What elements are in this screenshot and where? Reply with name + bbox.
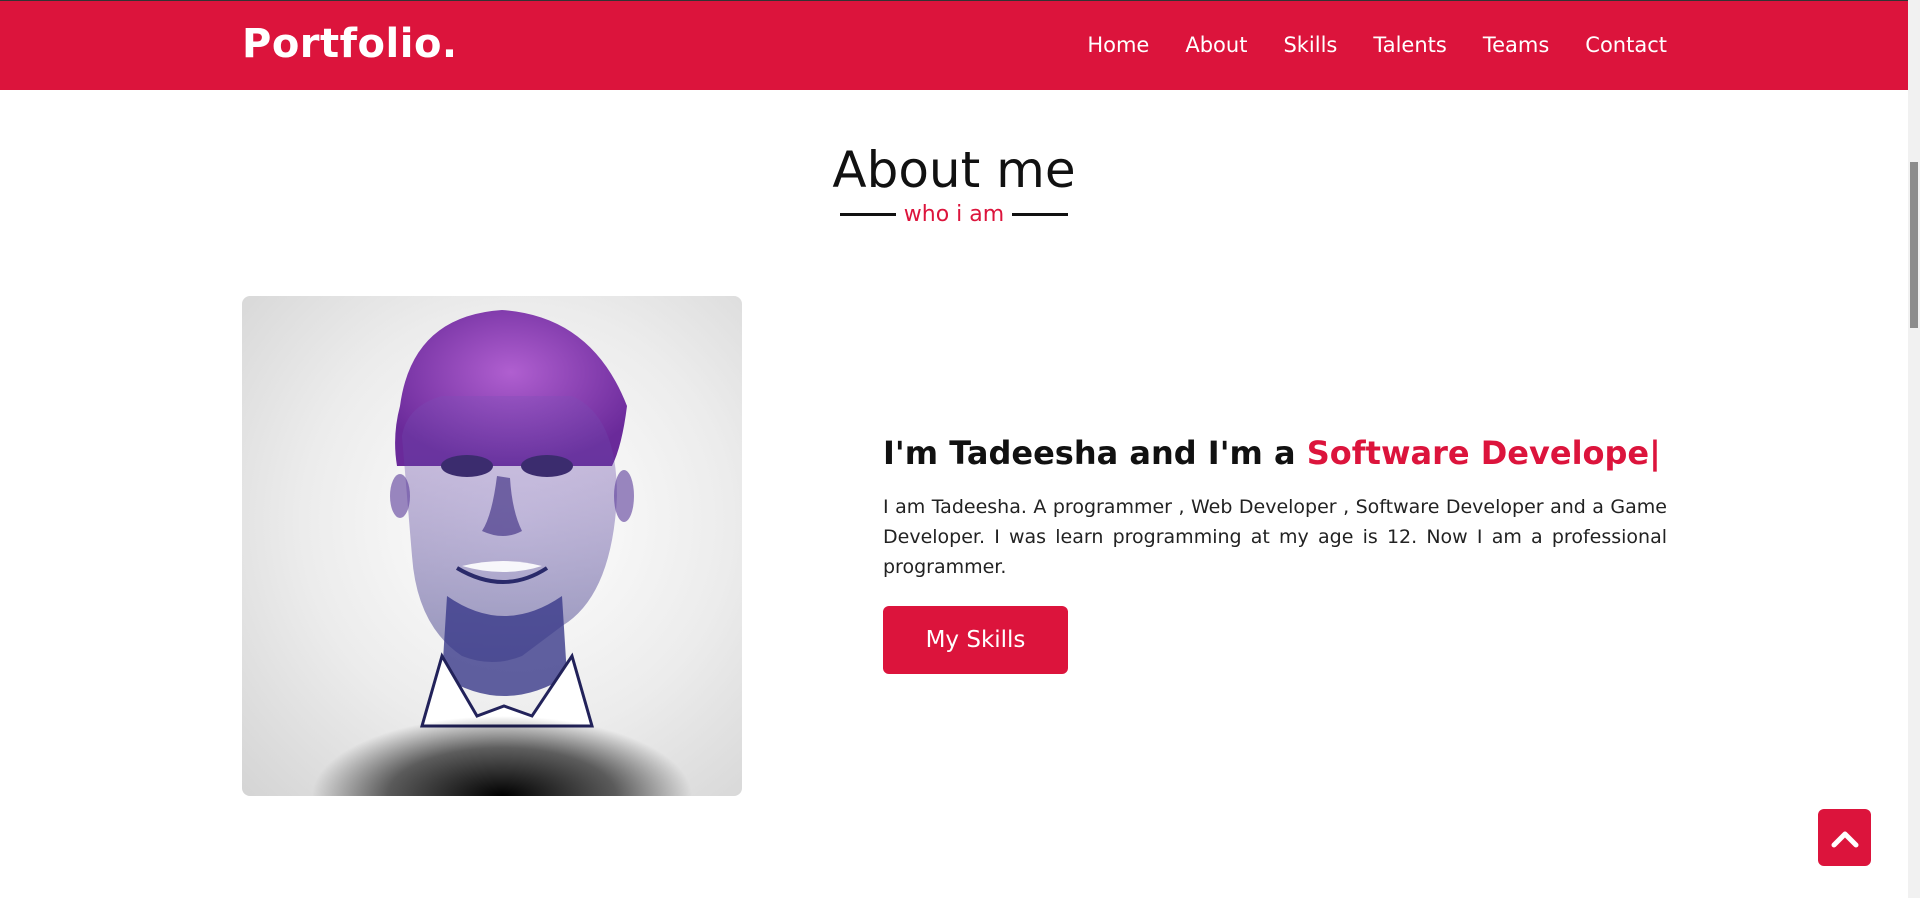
nav-home[interactable]: Home [1087,33,1149,57]
chevron-up-icon [1831,831,1858,847]
scrollbar-thumb[interactable] [1910,162,1918,328]
subtitle-divider-left [839,213,896,216]
subtitle-divider-right [1012,213,1069,216]
page-scrollbar[interactable] [1908,0,1920,898]
top-navbar: Portfolio. Home About Skills Talents Tea… [0,0,1908,90]
section-subtitle: who i am [903,202,1005,227]
intro-prefix: I'm Tadeesha and I'm a [883,434,1307,472]
my-skills-button[interactable]: My Skills [883,606,1068,674]
about-intro: I'm Tadeesha and I'm a Software Develope… [883,432,1667,674]
intro-title: I'm Tadeesha and I'm a Software Develope… [883,432,1667,474]
profile-photo [242,296,742,796]
nav-skills[interactable]: Skills [1283,33,1337,57]
brand-logo[interactable]: Portfolio. [242,21,458,67]
typed-role-text: Software Develope| [1306,434,1661,472]
section-heading: About me who i am [0,140,1908,227]
main-nav: Home About Skills Talents Teams Contact [1087,33,1667,57]
nav-contact[interactable]: Contact [1585,33,1667,57]
section-title: About me [832,141,1076,199]
intro-paragraph: I am Tadeesha. A programmer , Web Develo… [883,496,1667,578]
scroll-to-top-button[interactable] [1818,809,1871,866]
nav-talents[interactable]: Talents [1373,33,1446,57]
section-subtitle-row: who i am [0,202,1908,227]
nav-about[interactable]: About [1185,33,1247,57]
nav-teams[interactable]: Teams [1483,33,1549,57]
